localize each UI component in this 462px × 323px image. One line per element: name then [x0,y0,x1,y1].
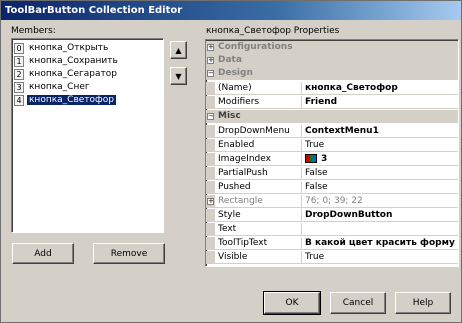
members-list[interactable]: 0 кнопка_Открыть 1 кнопка_Сохранить 2 кн… [11,38,164,233]
members-label: Members: [11,26,56,36]
property-value[interactable]: Friend [302,96,458,109]
property-row-dropdownmenu[interactable]: DropDownMenu ContextMenu1 [206,124,458,138]
member-name: кнопка_Снег [29,82,90,92]
property-row-modifiers[interactable]: Modifiers Friend [206,95,458,109]
member-name: кнопка_Светофор [27,95,116,105]
list-item[interactable]: 1 кнопка_Сохранить [14,55,164,67]
member-index: 2 [14,68,24,80]
property-grid[interactable]: + Configurations + Data − Design (Name) … [205,39,459,267]
category-label: Data [218,54,242,65]
property-value[interactable]: В какой цвет красить форму [302,237,458,250]
category-label: Configurations [218,41,293,52]
property-value-container[interactable]: 3 [302,153,458,166]
property-name: (Name) [215,81,302,95]
property-value[interactable]: кнопка_Светофор [302,82,458,95]
list-item-selected[interactable]: 4 кнопка_Светофор [14,94,164,106]
properties-label: кнопка_Светофор Properties [206,26,340,36]
property-row-visible[interactable]: Visible True [206,250,458,264]
property-row-text[interactable]: Text [206,222,458,236]
move-down-button[interactable]: ▼ [170,67,187,85]
property-row-pushed[interactable]: Pushed False [206,180,458,194]
expand-icon[interactable]: + [207,56,214,64]
collapse-icon[interactable]: − [207,112,214,120]
add-button[interactable]: Add [12,243,74,264]
member-index: 3 [14,81,24,93]
property-name: Rectangle [215,194,302,208]
property-name: Style [215,208,302,222]
category-data[interactable]: + Data [206,53,458,67]
image-preview-icon [305,153,317,163]
property-row-imageindex[interactable]: ImageIndex 3 [206,152,458,166]
property-name: Enabled [215,138,302,152]
property-name: DropDownMenu [215,124,302,138]
property-value[interactable]: DropDownButton [302,209,458,222]
property-row-rectangle[interactable]: + Rectangle 76; 0; 39; 22 [206,194,458,208]
property-name: Modifiers [215,95,302,109]
property-value[interactable]: False [302,167,458,180]
property-value[interactable]: True [302,251,458,264]
collapse-icon[interactable]: − [207,69,214,77]
member-name: кнопка_Сохранить [29,56,118,66]
property-value[interactable] [302,223,458,236]
list-item[interactable]: 0 кнопка_Открыть [14,42,164,54]
list-item[interactable]: 3 кнопка_Снег [14,81,164,93]
remove-button[interactable]: Remove [93,243,165,264]
category-misc[interactable]: − Misc [206,109,458,123]
property-row-style[interactable]: Style DropDownButton [206,208,458,222]
member-index: 1 [14,55,24,67]
arrow-up-icon: ▲ [175,45,182,55]
property-value: 3 [321,153,328,164]
property-name: ImageIndex [215,152,302,166]
ok-button[interactable]: OK [263,291,321,315]
arrow-down-icon: ▼ [175,71,182,81]
property-row-name[interactable]: (Name) кнопка_Светофор [206,81,458,95]
collection-editor-window: ToolBarButton Collection Editor Members:… [0,0,462,323]
property-row-enabled[interactable]: Enabled True [206,138,458,152]
property-value[interactable]: True [302,139,458,152]
category-configurations[interactable]: + Configurations [206,40,458,54]
category-label: Misc [218,110,241,121]
category-design[interactable]: − Design [206,66,458,80]
list-item[interactable]: 2 кнопка_Сегаратор [14,68,164,80]
property-name: Text [215,222,302,236]
help-button[interactable]: Help [395,292,451,314]
member-name: кнопка_Открыть [29,43,109,53]
member-index: 4 [14,94,24,106]
move-up-button[interactable]: ▲ [170,41,187,59]
property-name: ToolTipText [215,236,302,250]
property-value[interactable]: False [302,181,458,194]
property-name: PartialPush [215,166,302,180]
expand-icon[interactable]: + [207,43,214,51]
property-row-partialpush[interactable]: PartialPush False [206,166,458,180]
property-row-tooltiptext[interactable]: ToolTipText В какой цвет красить форму [206,236,458,250]
property-name: Pushed [215,180,302,194]
category-label: Design [218,67,253,78]
member-name: кнопка_Сегаратор [29,69,117,79]
property-value[interactable]: ContextMenu1 [302,125,458,138]
property-value: 76; 0; 39; 22 [305,195,363,206]
window-title: ToolBarButton Collection Editor [5,5,183,16]
cancel-button[interactable]: Cancel [330,292,386,314]
property-name: Visible [215,250,302,264]
expand-icon[interactable]: + [207,197,214,205]
member-index: 0 [14,42,24,54]
title-bar: ToolBarButton Collection Editor [1,1,461,20]
